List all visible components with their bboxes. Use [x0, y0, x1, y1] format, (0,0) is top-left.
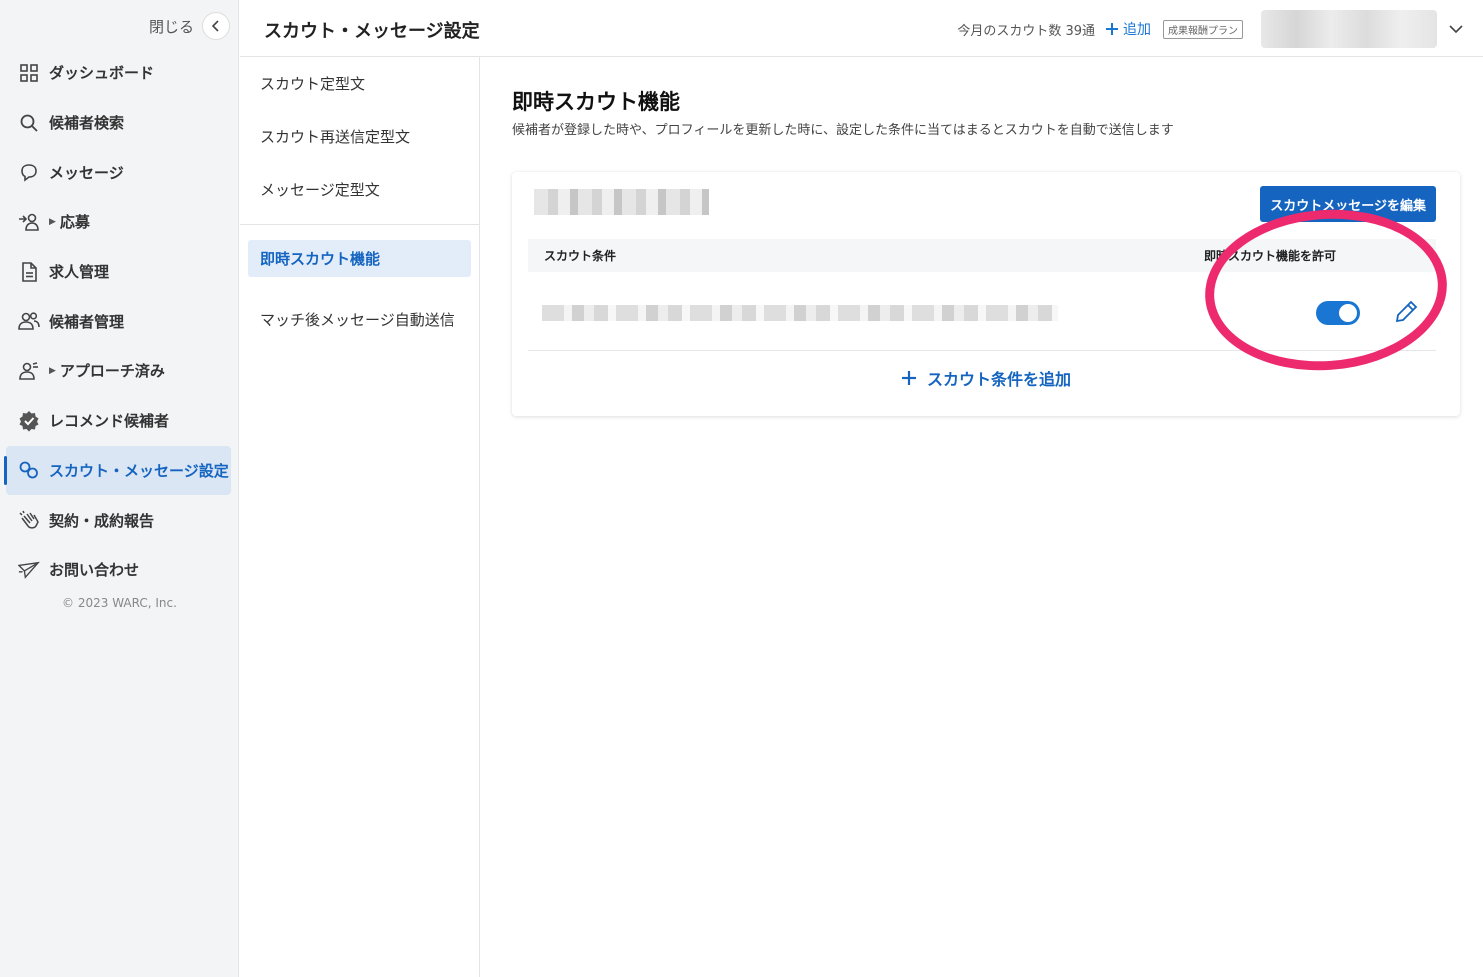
chat-bubble-icon [18, 161, 40, 183]
paper-plane-icon [18, 559, 40, 581]
person-approach-icon [18, 360, 40, 382]
main-content: 即時スカウト機能 候補者が登録した時や、プロフィールを更新した時に、設定した条件… [481, 57, 1483, 977]
section-title: 即時スカウト機能 [512, 90, 680, 114]
add-scout-button[interactable]: 追加 [1105, 19, 1151, 39]
plus-icon [901, 371, 916, 385]
sidebar-item-dashboard[interactable]: ダッシュボード [6, 48, 231, 98]
sidebar-item-label: 候補者検索 [49, 114, 125, 133]
plan-badge: 成果報酬プラン [1163, 19, 1243, 39]
column-header-condition: スカウト条件 [544, 249, 617, 263]
sidebar-item-contract-report[interactable]: 契約・成約報告 [6, 495, 231, 545]
triangle-right-icon: ▶ [49, 216, 56, 227]
subnav-post-match-auto-message[interactable]: マッチ後メッセージ自動送信 [240, 293, 479, 346]
chevron-left-icon[interactable] [202, 12, 230, 40]
subnav-divider [240, 224, 479, 225]
sidebar-item-messages[interactable]: メッセージ [6, 147, 231, 197]
add-scout-label: 追加 [1123, 22, 1151, 38]
sidebar-item-label: アプローチ済み [59, 362, 165, 381]
add-scout-condition-button[interactable]: スカウト条件を追加 [512, 366, 1460, 390]
header-right: 今月のスカウト数 39通 追加 成果報酬プラン [957, 10, 1465, 48]
sidebar: 閉じる ダッシュボード 候補者検索 メッセージ ▶ 応募 求人管理 候補者管理 … [0, 0, 239, 977]
user-account[interactable] [1261, 10, 1437, 48]
edit-scout-message-button[interactable]: スカウトメッセージを編集 [1260, 186, 1436, 222]
sidebar-item-job-management[interactable]: 求人管理 [6, 247, 231, 297]
pencil-icon[interactable] [1394, 300, 1418, 324]
sidebar-item-recommended[interactable]: レコメンド候補者 [6, 396, 231, 446]
instant-scout-toggle[interactable] [1316, 301, 1360, 325]
sidebar-nav: ダッシュボード 候補者検索 メッセージ ▶ 応募 求人管理 候補者管理 ▶ アプ… [0, 48, 239, 595]
sidebar-item-label: レコメンド候補者 [49, 412, 170, 431]
condition-redacted [542, 305, 1058, 321]
add-scout-condition-label: スカウト条件を追加 [926, 370, 1071, 389]
scout-count: 今月のスカウト数 39通 [957, 23, 1095, 39]
sidebar-close[interactable]: 閉じる [149, 12, 230, 40]
people-icon [18, 310, 40, 332]
scout-name-redacted [534, 189, 709, 215]
link-settings-icon [18, 459, 40, 481]
sidebar-item-label: ダッシュボード [49, 64, 155, 83]
subnav-message-template[interactable]: メッセージ定型文 [240, 163, 479, 216]
sidebar-item-label: 契約・成約報告 [49, 511, 155, 530]
document-icon [18, 261, 40, 283]
verified-badge-icon [18, 410, 40, 432]
sidebar-item-contact[interactable]: お問い合わせ [6, 545, 231, 595]
top-header: スカウト・メッセージ設定 今月のスカウト数 39通 追加 成果報酬プラン [240, 0, 1483, 57]
grid-icon [18, 62, 40, 84]
sidebar-item-scout-settings[interactable]: スカウト・メッセージ設定 [4, 445, 231, 496]
settings-subnav: スカウト定型文 スカウト再送信定型文 メッセージ定型文 即時スカウト機能 マッチ… [240, 57, 480, 977]
table-header: スカウト条件 即時スカウト機能を許可 [528, 239, 1436, 272]
section-description: 候補者が登録した時や、プロフィールを更新した時に、設定した条件に当てはまるとスカ… [512, 123, 1174, 138]
page-title: スカウト・メッセージ設定 [264, 21, 480, 42]
subnav-instant-scout[interactable]: 即時スカウト機能 [248, 240, 471, 277]
subnav-scout-template[interactable]: スカウト定型文 [240, 57, 479, 110]
sidebar-item-candidate-management[interactable]: 候補者管理 [6, 296, 231, 346]
clap-hands-icon [18, 509, 40, 531]
sidebar-item-label: お問い合わせ [49, 561, 140, 580]
sidebar-item-label: メッセージ [49, 163, 124, 182]
search-icon [18, 112, 40, 134]
triangle-right-icon: ▶ [49, 365, 56, 376]
column-header-allow: 即時スカウト機能を許可 [1204, 249, 1337, 263]
sidebar-item-label: 応募 [59, 213, 90, 232]
sidebar-item-label: 候補者管理 [49, 312, 125, 331]
person-arrow-icon [18, 211, 40, 233]
sidebar-item-approached[interactable]: ▶ アプローチ済み [6, 346, 231, 396]
sidebar-item-applications[interactable]: ▶ 応募 [6, 197, 231, 247]
plus-icon [1106, 23, 1118, 35]
sidebar-item-label: スカウト・メッセージ設定 [49, 461, 229, 480]
table-row [528, 276, 1436, 351]
instant-scout-card: スカウトメッセージを編集 スカウト条件 即時スカウト機能を許可 スカウト条件を追… [512, 172, 1460, 416]
sidebar-item-label: 求人管理 [49, 263, 110, 282]
subnav-scout-resend-template[interactable]: スカウト再送信定型文 [240, 110, 479, 163]
chevron-down-icon[interactable] [1447, 24, 1465, 34]
sidebar-item-candidate-search[interactable]: 候補者検索 [6, 98, 231, 148]
toggle-knob [1339, 304, 1357, 322]
sidebar-close-label: 閉じる [148, 17, 194, 36]
copyright: © 2023 WARC, Inc. [62, 596, 177, 610]
